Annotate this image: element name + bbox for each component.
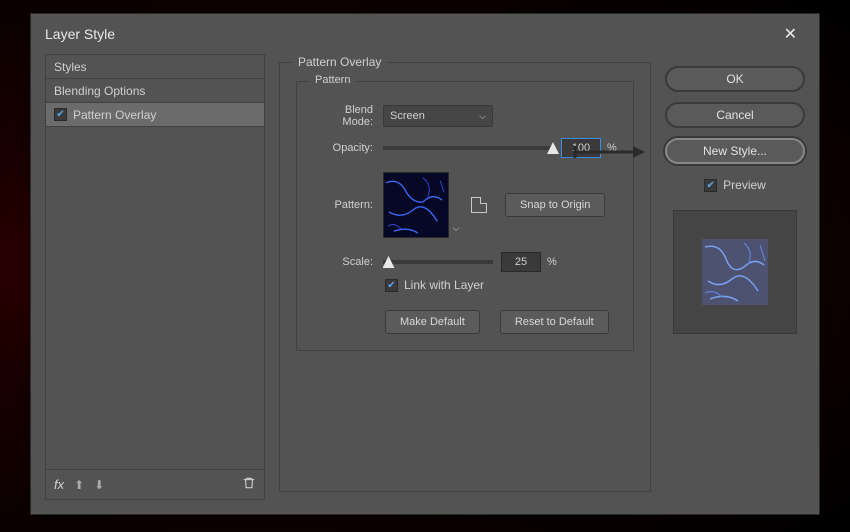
preview-thumbnail — [673, 210, 797, 334]
arrow-down-icon[interactable]: ⬇ — [94, 478, 104, 492]
scale-input[interactable] — [501, 252, 541, 272]
pattern-picker-arrow[interactable]: ⌵ — [449, 172, 463, 238]
fx-icon[interactable]: fx — [54, 477, 64, 492]
ok-button[interactable]: OK — [665, 66, 805, 92]
link-with-layer-label: Link with Layer — [404, 278, 484, 292]
chevron-down-icon: ⌵ — [479, 111, 486, 122]
pattern-label: Pattern: — [313, 199, 383, 211]
scale-slider[interactable] — [383, 260, 493, 264]
titlebar: Layer Style ✕ — [31, 14, 819, 54]
pattern-overlay-checkbox[interactable]: ✔ — [54, 108, 67, 121]
right-buttons: OK Cancel New Style... ✔ Preview — [665, 54, 805, 500]
link-with-layer-checkbox[interactable]: ✔ — [385, 279, 398, 292]
blend-mode-label: Blend Mode: — [313, 104, 383, 128]
blending-options-label: Blending Options — [54, 84, 145, 98]
styles-label: Styles — [54, 60, 87, 74]
scale-thumb[interactable] — [383, 256, 395, 268]
arrow-up-icon[interactable]: ⬆ — [74, 478, 84, 492]
trash-icon[interactable] — [242, 476, 256, 493]
styles-footer: fx ⬆ ⬇ — [46, 469, 264, 499]
snap-to-origin-button[interactable]: Snap to Origin — [505, 193, 605, 217]
close-icon[interactable]: ✕ — [776, 20, 805, 48]
scale-unit: % — [547, 256, 557, 268]
pattern-swatch[interactable] — [383, 172, 449, 238]
cancel-button[interactable]: Cancel — [665, 102, 805, 128]
opacity-unit: % — [607, 142, 617, 154]
blend-mode-value: Screen — [390, 110, 425, 122]
opacity-input[interactable] — [561, 138, 601, 158]
create-pattern-icon[interactable] — [471, 197, 487, 213]
pattern-overlay-settings: Pattern Overlay Pattern Blend Mode: Scre… — [279, 54, 651, 500]
blending-options-row[interactable]: Blending Options — [46, 79, 264, 103]
scale-label: Scale: — [313, 256, 383, 268]
styles-header[interactable]: Styles — [46, 55, 264, 79]
layer-style-dialog: Layer Style ✕ Styles Blending Options ✔ … — [30, 13, 820, 515]
preview-checkbox[interactable]: ✔ — [704, 179, 717, 192]
new-style-button[interactable]: New Style... — [665, 138, 805, 164]
styles-panel: Styles Blending Options ✔ Pattern Overla… — [45, 54, 265, 500]
opacity-slider[interactable] — [383, 146, 553, 150]
make-default-button[interactable]: Make Default — [385, 310, 480, 334]
opacity-label: Opacity: — [313, 142, 383, 154]
subsection-title: Pattern — [309, 74, 356, 86]
pattern-overlay-label: Pattern Overlay — [73, 108, 156, 122]
pattern-overlay-row[interactable]: ✔ Pattern Overlay — [46, 103, 264, 127]
reset-to-default-button[interactable]: Reset to Default — [500, 310, 609, 334]
section-title: Pattern Overlay — [292, 55, 387, 69]
blend-mode-select[interactable]: Screen ⌵ — [383, 105, 493, 127]
preview-label: Preview — [723, 178, 766, 192]
dialog-title: Layer Style — [45, 26, 115, 42]
opacity-thumb[interactable] — [547, 142, 559, 154]
